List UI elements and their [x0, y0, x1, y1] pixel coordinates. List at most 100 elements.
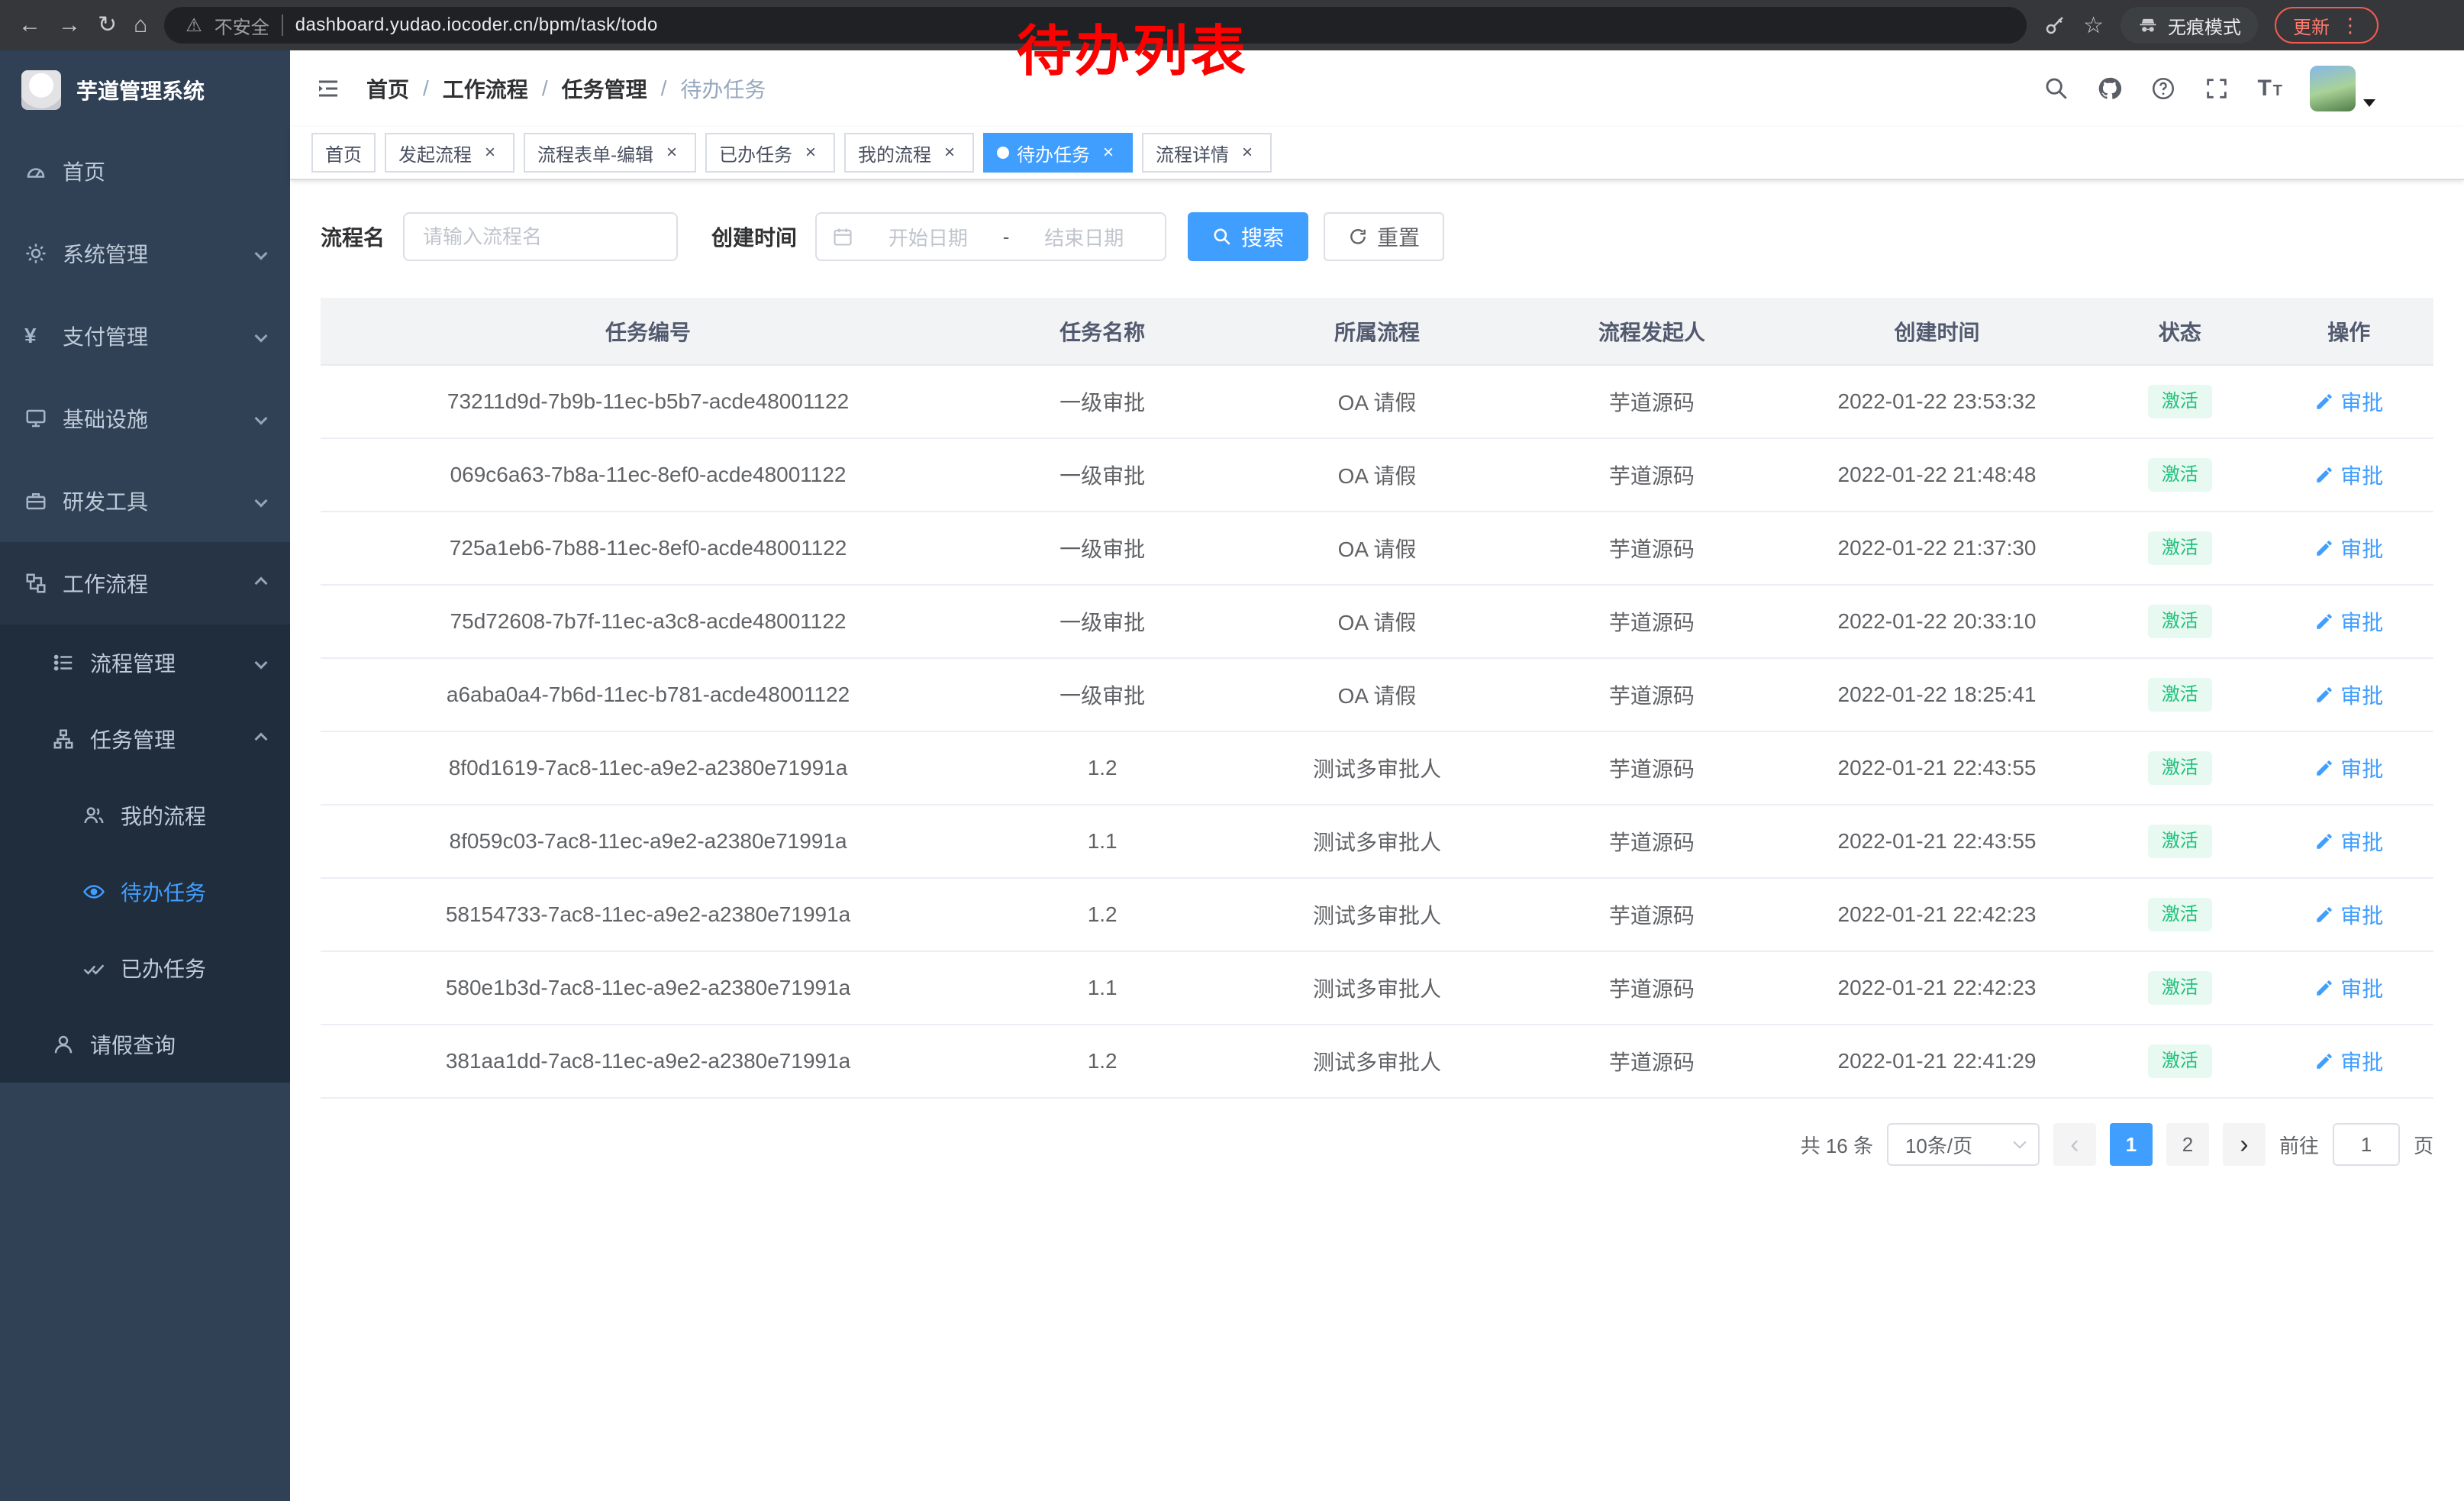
back-icon[interactable]: ← — [18, 14, 41, 37]
sidebar-item-infrastructure[interactable]: 基础设施 — [0, 377, 290, 460]
sidebar-item-process-management[interactable]: 流程管理 — [0, 625, 290, 701]
address-bar[interactable]: ⚠ 不安全 dashboard.yudao.iocoder.cn/bpm/tas… — [164, 7, 2027, 44]
reload-icon[interactable]: ↻ — [98, 14, 117, 37]
page-button-1[interactable]: 1 — [2110, 1123, 2153, 1166]
cell-task-id: 580e1b3d-7ac8-11ec-a9e2-a2380e71991a — [321, 951, 976, 1025]
search-icon[interactable] — [2043, 76, 2069, 102]
approve-button[interactable]: 审批 — [2314, 826, 2383, 857]
font-size-icon[interactable]: T T — [2257, 76, 2282, 102]
update-button[interactable]: 更新 ⋮ — [2275, 7, 2379, 44]
table-row: 725a1eb6-7b88-11ec-8ef0-acde48001122 一级审… — [321, 512, 2433, 585]
status-badge: 激活 — [2148, 458, 2212, 492]
approve-button[interactable]: 审批 — [2314, 1046, 2383, 1077]
view-tab[interactable]: 流程详情× — [1142, 133, 1272, 173]
column-header-task-name: 任务名称 — [976, 298, 1229, 365]
home-icon[interactable]: ⌂ — [134, 14, 147, 37]
cell-status: 激活 — [2095, 951, 2264, 1025]
breadcrumb-item[interactable]: 工作流程 — [443, 73, 528, 104]
reset-button[interactable]: 重置 — [1324, 212, 1444, 261]
next-page-button[interactable]: › — [2223, 1123, 2266, 1166]
fullscreen-icon[interactable] — [2204, 76, 2230, 102]
cell-actions: 审批 — [2265, 438, 2433, 512]
prev-page-button[interactable]: ‹ — [2053, 1123, 2096, 1166]
key-icon[interactable] — [2043, 14, 2066, 37]
cell-initiator: 芋道源码 — [1525, 805, 1779, 878]
sidebar-item-todo-task[interactable]: 待办任务 — [0, 854, 290, 930]
help-icon[interactable] — [2150, 76, 2176, 102]
sidebar-item-payment[interactable]: ¥ 支付管理 — [0, 295, 290, 377]
status-badge: 激活 — [2148, 605, 2212, 638]
sidebar-item-home[interactable]: 首页 — [0, 130, 290, 212]
date-range-picker[interactable]: 开始日期 - 结束日期 — [815, 212, 1166, 261]
page-unit-label: 页 — [2414, 1131, 2433, 1159]
chevron-up-icon — [255, 577, 268, 590]
bookmark-star-icon[interactable]: ☆ — [2083, 12, 2104, 39]
cell-create-time: 2022-01-21 22:43:55 — [1779, 805, 2095, 878]
approve-button[interactable]: 审批 — [2314, 606, 2383, 637]
github-icon[interactable] — [2097, 76, 2123, 102]
sidebar-item-my-process[interactable]: 我的流程 — [0, 777, 290, 854]
user-menu[interactable] — [2310, 66, 2375, 111]
app-logo[interactable]: 芋道管理系统 — [0, 50, 290, 130]
approve-button[interactable]: 审批 — [2314, 679, 2383, 710]
column-header-create-time: 创建时间 — [1779, 298, 2095, 365]
eye-icon — [82, 880, 105, 903]
cell-create-time: 2022-01-22 23:53:32 — [1779, 365, 2095, 438]
view-tab-label: 流程表单-编辑 — [537, 140, 653, 166]
cell-task-id: 725a1eb6-7b88-11ec-8ef0-acde48001122 — [321, 512, 976, 585]
cell-task-id: 381aa1dd-7ac8-11ec-a9e2-a2380e71991a — [321, 1025, 976, 1098]
tab-close-icon[interactable]: × — [1237, 142, 1258, 163]
sidebar-item-workflow[interactable]: 工作流程 — [0, 542, 290, 625]
view-tab[interactable]: 待办任务× — [983, 133, 1133, 173]
approve-button[interactable]: 审批 — [2314, 533, 2383, 563]
cell-task-id: 73211d9d-7b9b-11ec-b5b7-acde48001122 — [321, 365, 976, 438]
breadcrumb-item[interactable]: 首页 — [366, 73, 409, 104]
tab-close-icon[interactable]: × — [800, 142, 821, 163]
cell-status: 激活 — [2095, 512, 2264, 585]
tab-close-icon[interactable]: × — [661, 142, 682, 163]
breadcrumb-item[interactable]: 任务管理 — [562, 73, 647, 104]
breadcrumb-separator: / — [661, 76, 667, 101]
cell-actions: 审批 — [2265, 658, 2433, 731]
tab-close-icon[interactable]: × — [1098, 142, 1119, 163]
sidebar-item-done-task[interactable]: 已办任务 — [0, 930, 290, 1006]
cell-initiator: 芋道源码 — [1525, 512, 1779, 585]
goto-page-input[interactable] — [2333, 1123, 2400, 1166]
view-tab[interactable]: 发起流程× — [385, 133, 514, 173]
table-row: a6aba0a4-7b6d-11ec-b781-acde48001122 一级审… — [321, 658, 2433, 731]
sidebar-item-task-management[interactable]: 任务管理 — [0, 701, 290, 777]
edit-icon — [2314, 978, 2334, 998]
cell-status: 激活 — [2095, 805, 2264, 878]
create-time-label: 创建时间 — [711, 221, 797, 252]
sidebar-item-devtools[interactable]: 研发工具 — [0, 460, 290, 542]
sidebar-item-leave-query[interactable]: 请假查询 — [0, 1006, 290, 1083]
view-tab[interactable]: 我的流程× — [844, 133, 974, 173]
double-check-icon — [82, 957, 105, 980]
view-tab[interactable]: 首页 — [311, 133, 376, 173]
process-name-input[interactable] — [403, 212, 678, 261]
cell-initiator: 芋道源码 — [1525, 1025, 1779, 1098]
approve-button[interactable]: 审批 — [2314, 386, 2383, 417]
approve-button[interactable]: 审批 — [2314, 899, 2383, 930]
search-button[interactable]: 搜索 — [1188, 212, 1308, 261]
incognito-badge: 无痕模式 — [2121, 7, 2258, 44]
page-button-2[interactable]: 2 — [2166, 1123, 2209, 1166]
approve-button[interactable]: 审批 — [2314, 753, 2383, 783]
status-badge: 激活 — [2148, 971, 2212, 1005]
view-tab[interactable]: 流程表单-编辑 × — [524, 133, 696, 173]
page-size-select[interactable]: 10条/页 — [1887, 1123, 2040, 1166]
approve-button[interactable]: 审批 — [2314, 460, 2383, 490]
org-tree-icon — [52, 728, 75, 750]
cell-status: 激活 — [2095, 585, 2264, 658]
people-icon — [82, 804, 105, 827]
tab-close-icon[interactable]: × — [479, 142, 501, 163]
chevron-down-icon — [255, 657, 268, 670]
view-tab[interactable]: 已办任务× — [705, 133, 835, 173]
approve-button[interactable]: 审批 — [2314, 973, 2383, 1003]
forward-icon[interactable]: → — [58, 14, 81, 37]
tab-close-icon[interactable]: × — [939, 142, 960, 163]
cell-task-name: 一级审批 — [976, 365, 1229, 438]
user-icon — [52, 1033, 75, 1056]
sidebar-item-system[interactable]: 系统管理 — [0, 212, 290, 295]
sidebar-toggle-icon[interactable] — [314, 75, 342, 102]
